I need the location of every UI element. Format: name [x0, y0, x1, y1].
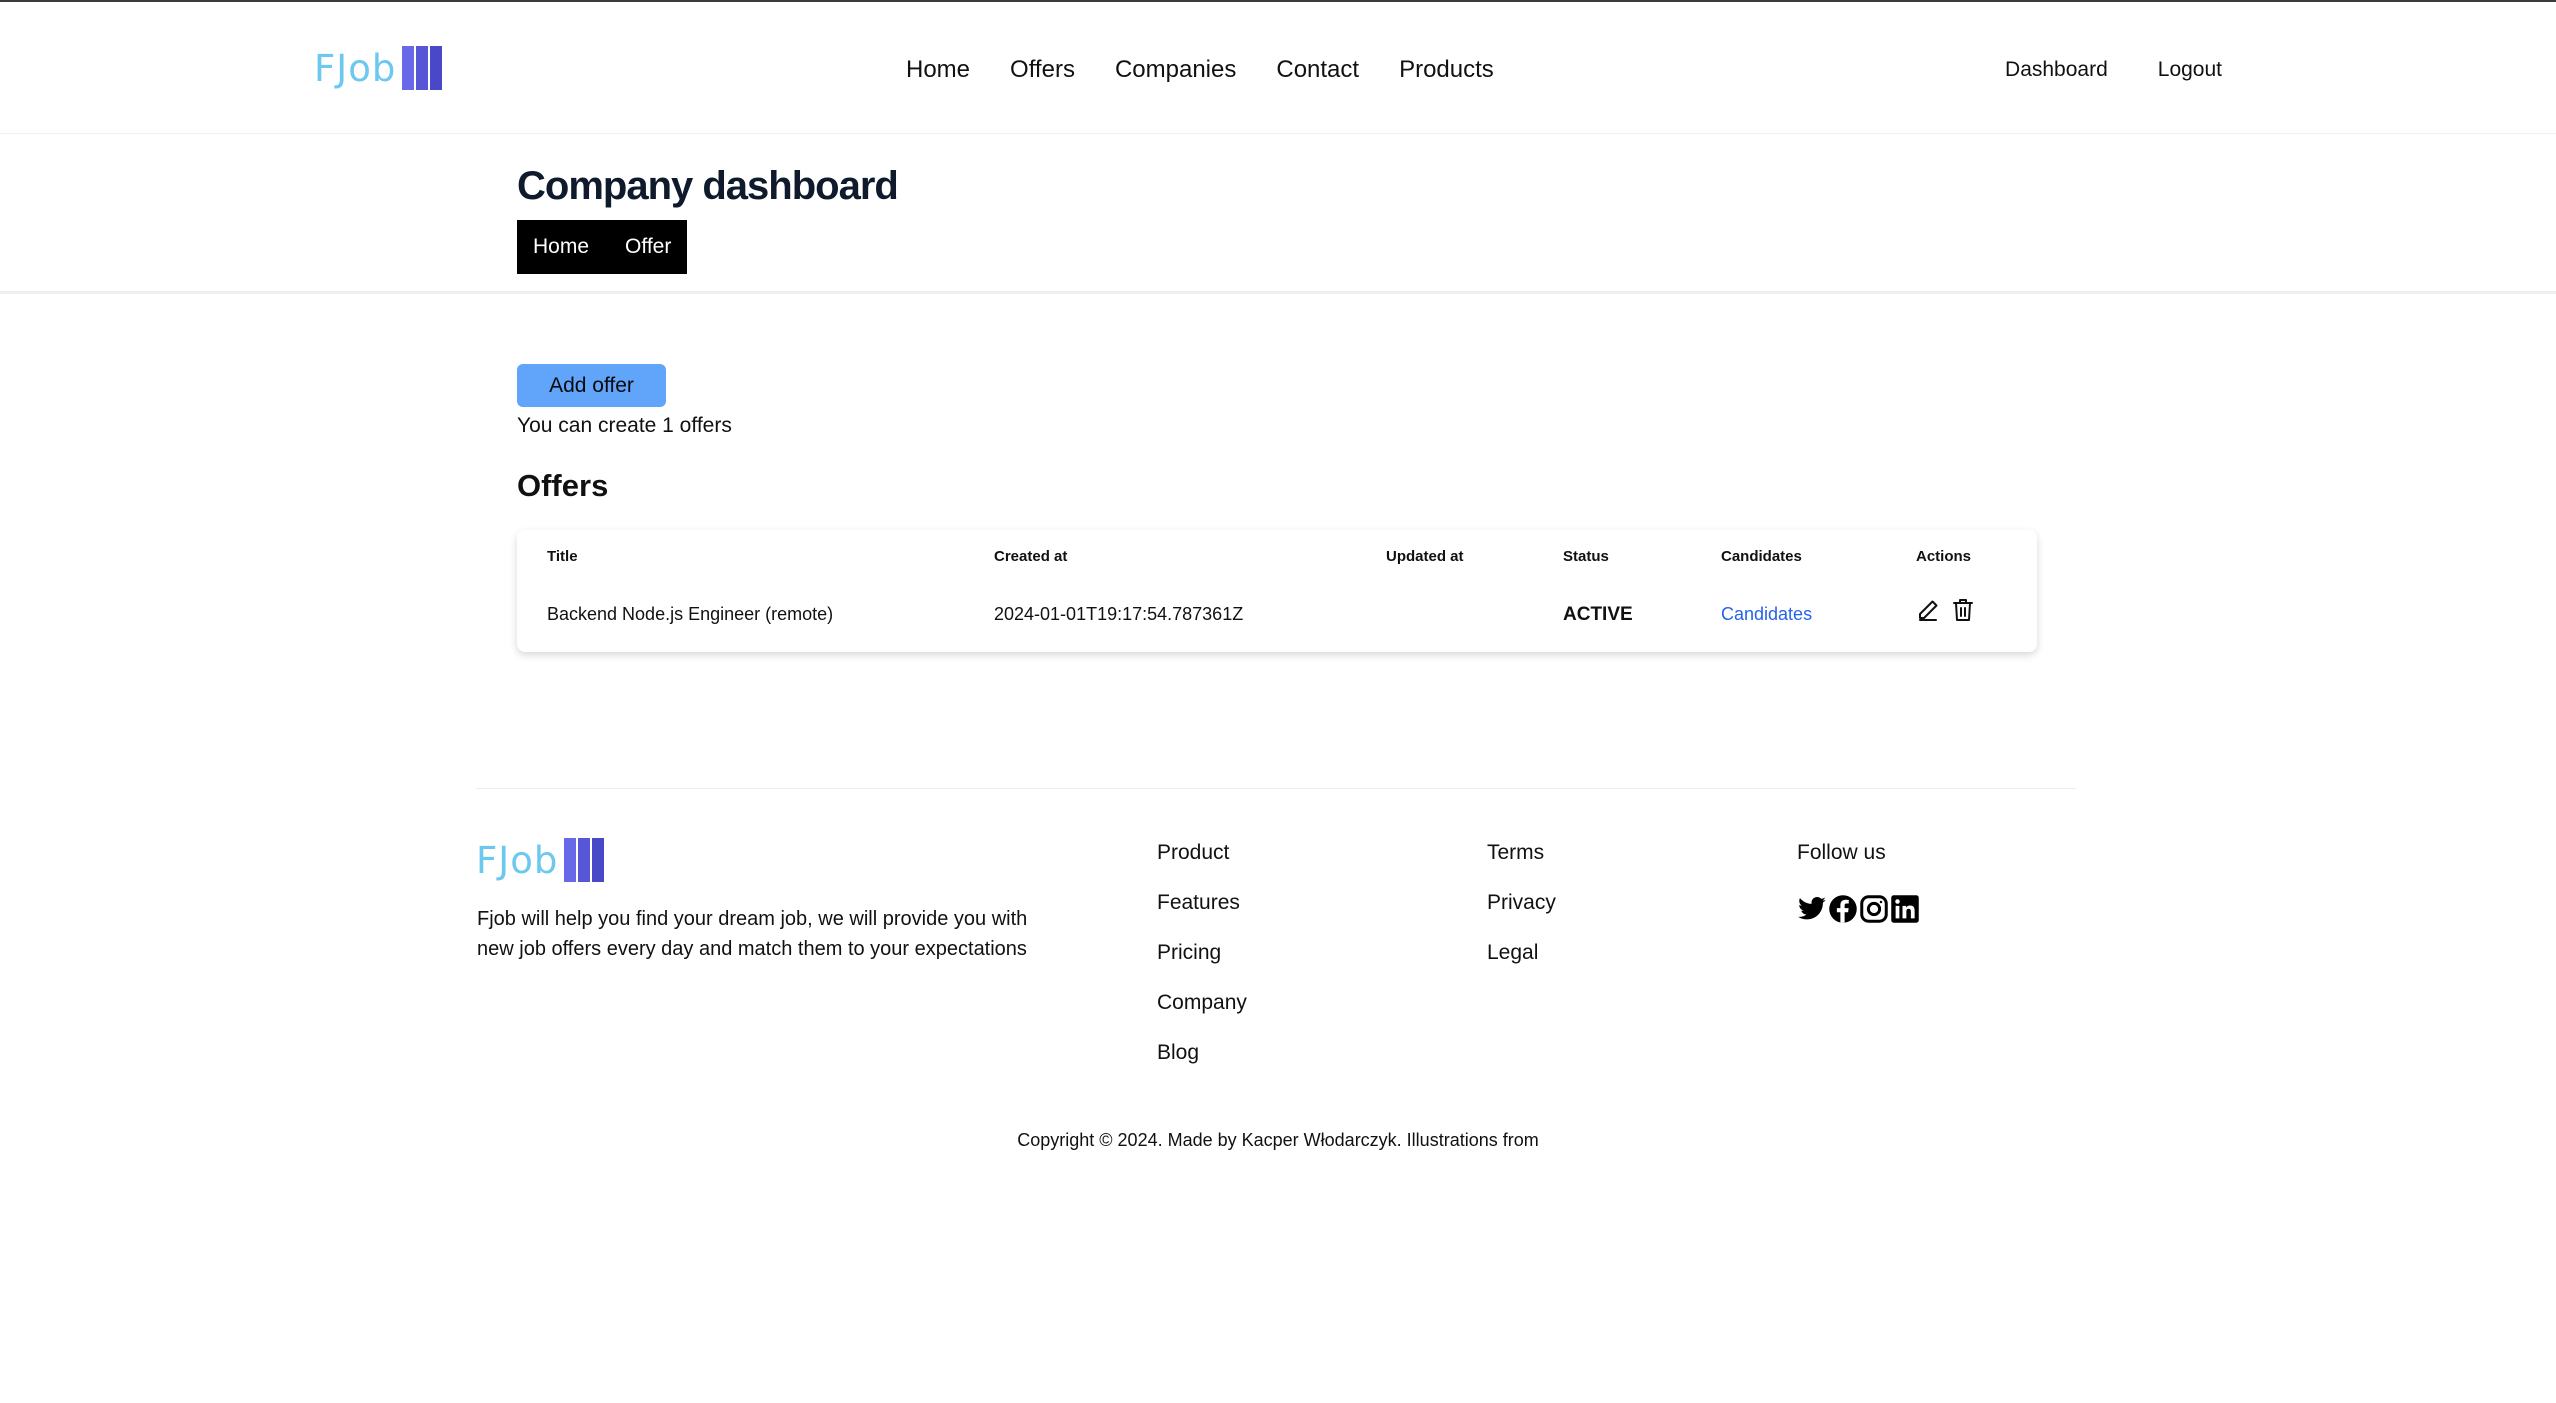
footer-links-product: Product Features Pricing Company Blog: [1157, 840, 1247, 1090]
trash-icon[interactable]: [1952, 598, 1974, 627]
footer-link-terms[interactable]: Terms: [1487, 840, 1556, 890]
instagram-icon[interactable]: [1859, 894, 1889, 929]
social-links: [1797, 894, 1921, 929]
linkedin-icon[interactable]: [1890, 894, 1920, 929]
facebook-icon[interactable]: [1828, 894, 1858, 929]
nav-home[interactable]: Home: [906, 56, 970, 84]
nav-companies[interactable]: Companies: [1115, 56, 1236, 84]
offer-limit-text: You can create 1 offers: [517, 414, 732, 437]
nav-products[interactable]: Products: [1399, 56, 1494, 84]
nav-logout[interactable]: Logout: [2158, 58, 2222, 82]
footer-divider: [476, 788, 2076, 789]
footer-link-features[interactable]: Features: [1157, 890, 1247, 940]
nav-contact[interactable]: Contact: [1276, 56, 1359, 84]
logo-text: FJob: [314, 46, 397, 90]
page-header: Company dashboard Home Offer: [0, 134, 2556, 294]
navbar: FJob Home Offers Companies Contact Produ…: [0, 2, 2556, 134]
footer-logo[interactable]: FJob: [476, 838, 606, 882]
footer-link-product[interactable]: Product: [1157, 840, 1247, 890]
main-nav: Home Offers Companies Contact Products: [906, 56, 1534, 84]
nav-dashboard[interactable]: Dashboard: [2005, 58, 2108, 82]
nav-offers[interactable]: Offers: [1010, 56, 1075, 84]
breadcrumb: Home Offer: [517, 220, 688, 274]
footer-link-company[interactable]: Company: [1157, 990, 1247, 1040]
row-actions: [1916, 598, 1986, 627]
footer-links-legal: Terms Privacy Legal: [1487, 840, 1556, 990]
offers-table: Title Created at Updated at Status Candi…: [517, 530, 2037, 652]
twitter-icon[interactable]: [1797, 894, 1827, 929]
footer-logo-text: FJob: [476, 838, 559, 882]
page-title: Company dashboard: [517, 164, 899, 208]
column-header-updated: Updated at: [1386, 548, 1464, 565]
column-header-status: Status: [1563, 548, 1609, 565]
footer-link-pricing[interactable]: Pricing: [1157, 940, 1247, 990]
offer-created-at: 2024-01-01T19:17:54.787361Z: [994, 604, 1244, 624]
account-nav: Dashboard Logout: [1955, 58, 2222, 82]
column-header-candidates: Candidates: [1721, 548, 1802, 565]
footer-link-legal[interactable]: Legal: [1487, 940, 1556, 990]
column-header-title: Title: [547, 548, 578, 565]
header-logo[interactable]: FJob: [314, 46, 444, 90]
add-offer-button[interactable]: Add offer: [517, 364, 666, 407]
breadcrumb-home[interactable]: Home: [533, 235, 589, 259]
offers-heading: Offers: [517, 468, 609, 503]
copyright-text: Copyright © 2024. Made by Kacper Włodarc…: [1017, 1130, 1539, 1150]
footer-link-blog[interactable]: Blog: [1157, 1040, 1247, 1090]
offer-status: ACTIVE: [1563, 604, 1633, 625]
offer-title: Backend Node.js Engineer (remote): [547, 604, 834, 624]
footer-follow: Follow us: [1797, 840, 1886, 890]
follow-us-label: Follow us: [1797, 841, 1886, 864]
footer-description: Fjob will help you find your dream job, …: [477, 908, 1028, 960]
logo-bars-icon: [402, 46, 444, 90]
footer-link-privacy[interactable]: Privacy: [1487, 890, 1556, 940]
edit-icon[interactable]: [1916, 598, 1940, 627]
logo-bars-icon: [564, 838, 606, 882]
breadcrumb-offer[interactable]: Offer: [625, 235, 671, 259]
column-header-actions: Actions: [1916, 548, 1972, 565]
candidates-link[interactable]: Candidates: [1721, 604, 1812, 625]
column-header-created: Created at: [994, 548, 1068, 565]
